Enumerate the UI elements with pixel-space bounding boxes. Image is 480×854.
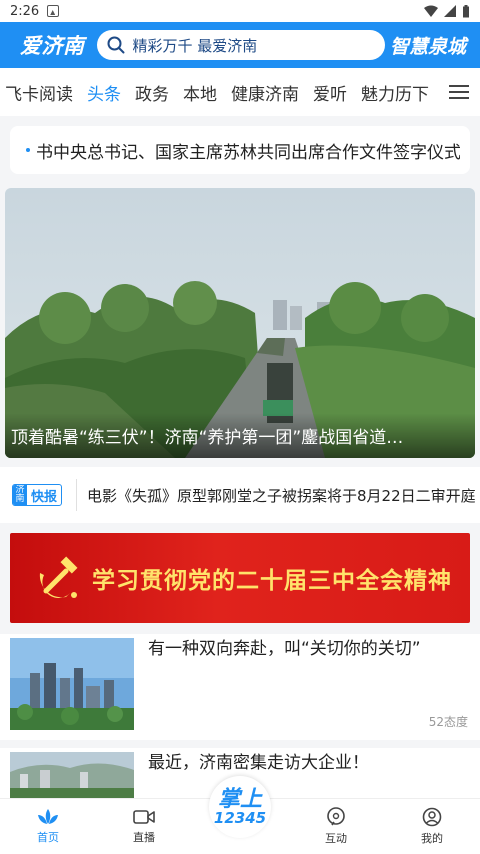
news-title: 最近，济南密集走访大企业！ — [148, 753, 369, 773]
12345-hotline-icon: 掌上 12345 — [209, 776, 271, 838]
app-header: 爱济南 精彩万千 最爱济南 智慧泉城 — [0, 22, 480, 68]
news-thumbnail — [10, 638, 134, 730]
tab-listen[interactable]: 爱听 — [306, 80, 354, 105]
status-bar: 2:26 — [0, 0, 480, 22]
battery-icon — [463, 4, 469, 17]
nav-interaction[interactable]: 互动 — [288, 798, 384, 854]
nav-12345-hotline[interactable]: 掌上 12345 — [192, 776, 288, 854]
search-placeholder: 精彩万千 最爱济南 — [132, 36, 258, 55]
hero-carousel[interactable]: 顶着酷暑“练三伏”！济南“养护第一团”鏖战国省道… — [5, 188, 475, 458]
headline-ticker[interactable]: 书中央总书记、国家主席苏林共同出席合作文件签字仪式 — [10, 126, 470, 174]
wifi-icon — [424, 5, 438, 17]
flash-news-bar[interactable]: 济南 快报 电影《失孤》原型郭刚堂之子被拐案将于8月22日二审开庭 — [0, 467, 480, 523]
hotline-text-number: 12345 — [213, 808, 267, 827]
notification-icon — [47, 5, 60, 17]
search-icon — [107, 36, 124, 54]
hotline-text-top: 掌上 — [217, 786, 262, 812]
tab-headlines[interactable]: 头条 — [80, 80, 128, 105]
news-title: 有一种双向奔赴，叫“关切你的关切” — [148, 639, 421, 659]
banner-text: 学习贯彻党的二十届三中全会精神 — [92, 568, 452, 594]
tab-health-jinan[interactable]: 健康济南 — [224, 80, 306, 105]
flash-badge: 济南 快报 — [12, 484, 63, 506]
user-icon — [422, 807, 442, 826]
tabs-scroll: 飞卡阅读 头条 政务 本地 健康济南 爱听 魅力历下 上 — [0, 80, 436, 105]
lotus-home-icon — [38, 808, 58, 824]
nav-live-label: 直播 — [133, 830, 155, 844]
nav-profile-label: 我的 — [421, 831, 443, 845]
news-item[interactable]: 有一种双向奔赴，叫“关切你的关切” 52态度 — [0, 634, 480, 740]
status-time: 2:26 — [10, 3, 40, 19]
nav-home-label: 首页 — [37, 830, 59, 844]
signal-icon — [444, 5, 456, 17]
chat-bubble-icon — [327, 806, 345, 825]
nav-home[interactable]: 首页 — [0, 798, 96, 854]
channel-menu-button[interactable] — [438, 68, 480, 116]
category-tabs: 飞卡阅读 头条 政务 本地 健康济南 爱听 魅力历下 上 — [0, 68, 480, 116]
flash-badge-label: 快报 — [31, 489, 58, 505]
flash-text: 电影《失孤》原型郭刚堂之子被拐案将于8月22日二审开庭 — [87, 486, 476, 505]
app-screen: 2:26 爱济南 精彩万千 最爱济南 智慧泉城 飞卡阅读 头条 政务 本地 健康… — [0, 0, 480, 854]
promo-banner[interactable]: 学习贯彻党的二十届三中全会精神 — [10, 533, 470, 623]
ticker-text: 书中央总书记、国家主席苏林共同出席合作文件签字仪式 — [36, 142, 460, 163]
flash-divider — [76, 479, 78, 511]
nav-live[interactable]: 直播 — [96, 798, 192, 854]
search-bar[interactable]: 精彩万千 最爱济南 — [96, 30, 385, 60]
hamburger-menu-icon — [449, 85, 469, 99]
video-camera-icon — [133, 809, 155, 824]
news-source: 52态度 — [428, 715, 468, 729]
ticker-dot — [26, 148, 30, 152]
bottom-navigation: 首页 直播 掌上 12345 互动 我的 — [0, 776, 480, 854]
status-icons — [424, 4, 470, 18]
tab-feika-reading[interactable]: 飞卡阅读 — [0, 80, 80, 105]
tab-local[interactable]: 本地 — [176, 80, 224, 105]
hero-caption: 顶着酷暑“练三伏”！济南“养护第一团”鏖战国省道… — [5, 413, 475, 458]
smart-city-logo[interactable]: 智慧泉城 — [390, 32, 466, 59]
nav-profile[interactable]: 我的 — [384, 798, 480, 854]
tab-government[interactable]: 政务 — [128, 80, 176, 105]
app-logo[interactable]: 爱济南 — [20, 30, 85, 60]
nav-interaction-label: 互动 — [325, 831, 347, 845]
flash-badge-city: 济南 — [13, 485, 27, 505]
tab-lixia[interactable]: 魅力历下 — [354, 80, 436, 105]
city-skyline-image — [10, 638, 134, 730]
hammer-sickle-icon — [39, 556, 78, 598]
